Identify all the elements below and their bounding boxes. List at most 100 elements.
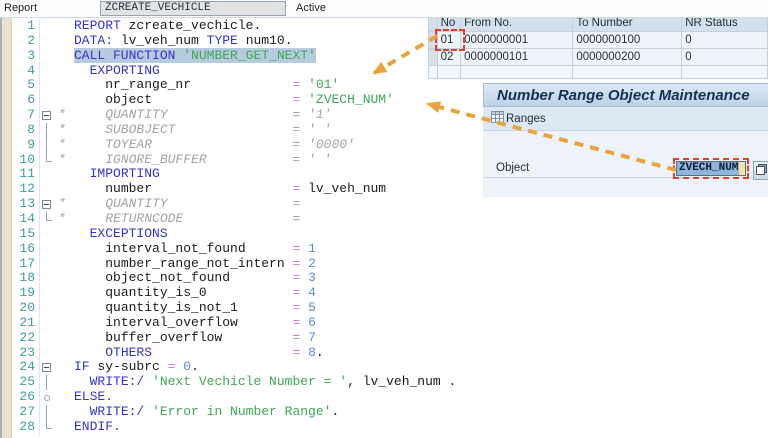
line-number: 24	[12, 360, 40, 376]
possible-entries-button[interactable]	[753, 161, 768, 180]
line-number: 13	[12, 196, 40, 212]
fold-marker-end	[40, 211, 54, 227]
code-line[interactable]: 11 IMPORTING	[0, 166, 456, 183]
table-cell-from[interactable]: 0000000101	[460, 48, 574, 66]
code-text: number_range_not_intern = 2	[105, 255, 316, 271]
code-line[interactable]: 1 REPORT zcreate_vechicle.	[0, 18, 456, 34]
report-label: Report	[4, 2, 38, 14]
code-line[interactable]: 4 EXPORTING	[0, 62, 456, 79]
code-text: IGNORE_BUFFER = ' '	[74, 151, 332, 167]
row-selector-cell[interactable]	[428, 48, 438, 66]
code-line[interactable]: 2 DATA: lv_veh_num TYPE num10.	[0, 32, 456, 49]
code-line[interactable]: 7 * QUANTITY = '1'	[0, 107, 456, 123]
comment-star-column: *	[58, 121, 66, 137]
fold-column	[40, 182, 54, 197]
code-text: EXPORTING	[89, 62, 160, 78]
comment-star-column	[54, 375, 74, 390]
ranges-button-label: Ranges	[506, 112, 546, 125]
table-cell-status[interactable]: 0	[681, 48, 768, 66]
table-cell-no[interactable]: 02	[436, 48, 462, 66]
fold-marker-end	[40, 152, 54, 168]
comment-star-column	[54, 182, 74, 197]
code-line[interactable]: 3 CALL FUNCTION 'NUMBER_GET_NEXT'	[0, 47, 456, 64]
comment-star-column	[54, 390, 74, 405]
code-line[interactable]: 19 quantity_is_0 = 4	[0, 285, 456, 302]
comment-star-column	[54, 405, 74, 420]
object-input[interactable]: ZVECH_NUM	[676, 161, 746, 176]
code-line[interactable]: 16 interval_not_found = 1	[0, 241, 456, 257]
code-text: QUANTITY = '1'	[74, 107, 332, 123]
red-dashed-marker-interval-01	[435, 29, 465, 51]
status-badge: Active	[296, 2, 326, 14]
table-cell-from[interactable]: 0000000001	[460, 31, 574, 49]
comment-star-column	[54, 360, 74, 375]
line-number: 20	[12, 300, 40, 316]
line-number: 17	[12, 256, 40, 272]
program-name-input[interactable]: ZCREATE_VECHICLE	[100, 1, 286, 16]
code-line[interactable]: 28 ENDIF.	[0, 419, 456, 435]
fold-column	[40, 19, 54, 34]
line-number: 8	[12, 122, 40, 138]
code-line[interactable]: 17 number_range_not_intern = 2	[0, 255, 456, 272]
code-line[interactable]: 18 object_not_found = 3	[0, 270, 456, 287]
line-number: 19	[12, 285, 40, 302]
fold-marker-open[interactable]	[40, 197, 54, 212]
code-line[interactable]: 20 quantity_is_not_1 = 5	[0, 300, 456, 316]
fold-column	[40, 331, 54, 346]
code-line[interactable]: 23 OTHERS = 8.	[0, 344, 456, 361]
code-line[interactable]: 5 nr_range_nr = '01'	[0, 77, 456, 94]
line-number: 23	[12, 345, 40, 361]
code-text: interval_overflow = 6	[105, 314, 316, 330]
code-line[interactable]: 24 IF sy-subrc = 0.	[0, 359, 456, 376]
code-line[interactable]: 25 WRITE:/ 'Next Vechicle Number = ', lv…	[0, 374, 456, 391]
fold-column	[40, 286, 54, 301]
line-number: 9	[12, 137, 40, 153]
code-line[interactable]: 27 WRITE:/ 'Error in Number Range'.	[0, 404, 456, 420]
comment-star-column	[54, 64, 74, 79]
code-line[interactable]: 26 ELSE.	[0, 389, 456, 405]
code-line[interactable]: 22 buffer_overflow = 7	[0, 330, 456, 346]
table-cell-to[interactable]: 0000000100	[572, 31, 683, 49]
ranges-button[interactable]: Ranges	[488, 110, 549, 127]
code-line[interactable]: 13 * QUANTITY =	[0, 196, 456, 212]
comment-star-column	[54, 93, 74, 108]
fold-column	[40, 316, 54, 331]
table-row[interactable]: 02 0000000101 0000000200 0	[428, 48, 768, 66]
fold-column	[40, 271, 54, 286]
table-cell-status[interactable]: 0	[681, 31, 768, 49]
comment-star-column: *	[58, 151, 66, 167]
code-area[interactable]: 1 REPORT zcreate_vechicle. 2 DATA: lv_veh_n…	[0, 18, 456, 435]
comment-star-column	[54, 271, 74, 286]
table-cell-to[interactable]: 0000000200	[572, 48, 683, 66]
code-line[interactable]: 12 number = lv_veh_num	[0, 181, 456, 198]
code-line[interactable]: 21 interval_overflow = 6	[0, 314, 456, 331]
abap-code-editor: 1 REPORT zcreate_vechicle. 2 DATA: lv_veh_n…	[0, 17, 456, 438]
line-number: 15	[12, 226, 40, 242]
comment-star-column	[54, 346, 74, 361]
fold-column	[40, 93, 54, 108]
line-number: 12	[12, 181, 40, 198]
comment-star-column	[54, 167, 74, 182]
fold-marker-open[interactable]	[40, 108, 54, 123]
code-line[interactable]: 9 * TOYEAR = '0000'	[0, 137, 456, 153]
empty-cell	[436, 65, 462, 79]
fold-marker-open[interactable]	[40, 360, 54, 375]
code-line[interactable]: 6 object = 'ZVECH_NUM'	[0, 92, 456, 109]
table-row[interactable]: 01 0000000001 0000000100 0	[428, 31, 768, 49]
code-text: OTHERS = 8.	[105, 344, 324, 360]
line-number: 10	[12, 152, 40, 168]
code-line[interactable]: 10 * IGNORE_BUFFER = ' '	[0, 151, 456, 168]
empty-cell	[681, 65, 768, 79]
code-text: IMPORTING	[89, 166, 160, 182]
table-grid-icon	[491, 111, 504, 126]
code-line[interactable]: 14 * RETURNCODE =	[0, 210, 456, 227]
fold-column	[40, 301, 54, 316]
comment-star-column: *	[58, 210, 66, 226]
comment-star-column	[54, 286, 74, 301]
code-line[interactable]: 8 * SUBOBJECT = ' '	[0, 121, 456, 138]
fold-marker-pipe	[40, 137, 54, 153]
code-text: DATA: lv_veh_num TYPE num10.	[74, 32, 293, 48]
code-line[interactable]: 15 EXCEPTIONS	[0, 226, 456, 242]
fold-marker-pipe	[40, 404, 54, 420]
line-number: 27	[12, 404, 40, 420]
